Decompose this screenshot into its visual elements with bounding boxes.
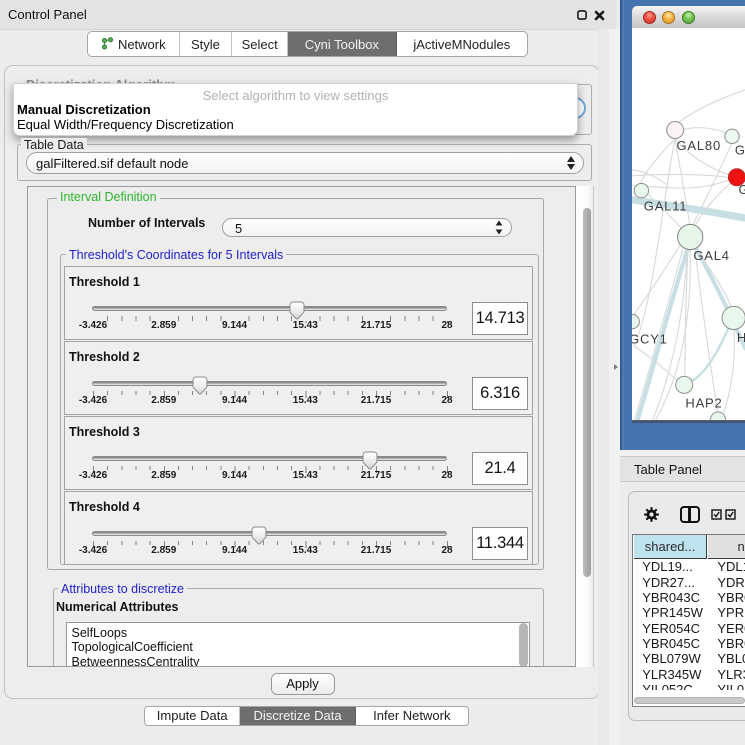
svg-text:GCY1: GCY1: [632, 331, 668, 346]
svg-text:GAL11: GAL11: [644, 198, 688, 213]
svg-text:G: G: [739, 182, 745, 197]
svg-text:G.: G.: [735, 142, 745, 157]
svg-text:H: H: [737, 330, 745, 345]
svg-text:GAL80: GAL80: [677, 138, 721, 153]
svg-text:GAL4: GAL4: [693, 248, 729, 263]
svg-text:HAP2: HAP2: [685, 395, 722, 410]
